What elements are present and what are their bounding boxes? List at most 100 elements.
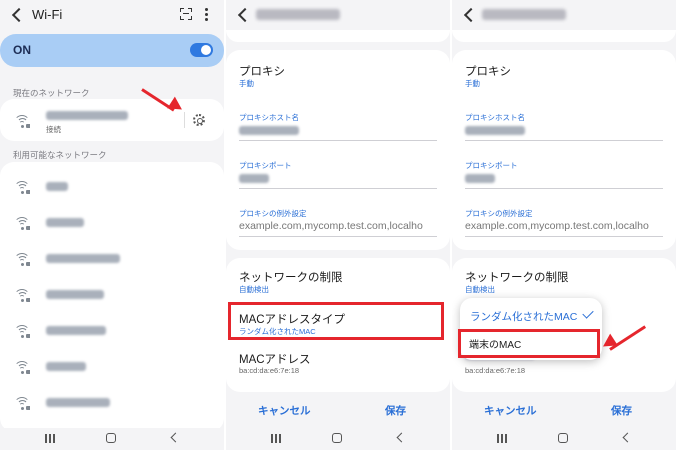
save-button[interactable]: 保存 (611, 403, 632, 418)
back-icon[interactable] (463, 7, 477, 23)
network-restriction-value: 自動検出 (465, 285, 495, 294)
system-nav-bar (0, 428, 224, 450)
cancel-button[interactable]: キャンセル (484, 403, 537, 418)
nav-back-icon[interactable] (170, 432, 181, 443)
proxy-host-label: プロキシホスト名 (239, 113, 299, 122)
network-restriction-label[interactable]: ネットワークの制限 (239, 269, 343, 285)
network-detail-screen: プロキシ 手動 プロキシホスト名 プロキシポート プロキシの例外設定 examp… (226, 0, 450, 450)
wifi-toggle-label: ON (13, 43, 31, 57)
wifi-list-screen: Wi-Fi ON 現在のネットワーク 接続 利用可能なネットワーク (0, 0, 224, 450)
back-icon[interactable] (11, 7, 25, 23)
wifi-icon (14, 217, 30, 230)
check-icon (582, 307, 594, 319)
mac-address-value: ba:cd:da:e6:7e:18 (239, 366, 300, 375)
recent-apps-icon[interactable] (497, 434, 507, 443)
network-ssid (46, 182, 68, 191)
current-network-ssid (46, 111, 128, 120)
proxy-card: プロキシ 手動 プロキシホスト名 プロキシポート プロキシの例外設定 examp… (452, 50, 676, 250)
proxy-exclusion-label: プロキシの例外設定 (239, 209, 307, 218)
highlight-box (458, 329, 600, 358)
proxy-host-value[interactable] (465, 126, 525, 135)
current-network-status: 接続 (46, 125, 61, 134)
network-ssid (46, 326, 106, 335)
wifi-toggle-bar[interactable]: ON (0, 34, 224, 67)
cancel-button[interactable]: キャンセル (258, 403, 311, 418)
wifi-icon (14, 181, 30, 194)
mac-address-value: ba:cd:da:e6:7e:18 (465, 366, 526, 375)
page-title: Wi-Fi (32, 7, 63, 22)
back-icon[interactable] (237, 7, 251, 23)
network-ssid (46, 290, 104, 299)
wifi-icon (14, 325, 30, 338)
proxy-port-value[interactable] (239, 174, 269, 183)
list-item[interactable] (0, 278, 224, 310)
proxy-label[interactable]: プロキシ (465, 63, 511, 79)
proxy-port-underline (465, 188, 663, 189)
highlight-box (228, 302, 444, 340)
recent-apps-icon[interactable] (45, 434, 55, 443)
home-icon[interactable] (332, 433, 342, 443)
proxy-host-underline (239, 140, 437, 141)
proxy-port-value[interactable] (465, 174, 495, 183)
list-item[interactable] (0, 170, 224, 202)
card-top-stub (226, 30, 450, 42)
proxy-host-label: プロキシホスト名 (465, 113, 525, 122)
proxy-port-label: プロキシポート (465, 161, 518, 170)
proxy-exclusion-underline (239, 236, 437, 237)
recent-apps-icon[interactable] (271, 434, 281, 443)
proxy-port-label: プロキシポート (239, 161, 292, 170)
proxy-card: プロキシ 手動 プロキシホスト名 プロキシポート プロキシの例外設定 examp… (226, 50, 450, 250)
network-restriction-value: 自動検出 (239, 285, 269, 294)
list-item[interactable] (0, 314, 224, 346)
network-ssid (46, 218, 84, 227)
proxy-host-value[interactable] (239, 126, 299, 135)
divider (184, 112, 185, 128)
available-networks-list (0, 162, 224, 432)
wifi-icon (14, 115, 30, 128)
proxy-exclusion-label: プロキシの例外設定 (465, 209, 533, 218)
wifi-icon (14, 397, 30, 410)
network-restriction-label[interactable]: ネットワークの制限 (465, 269, 569, 285)
proxy-value: 手動 (465, 79, 480, 88)
gear-icon[interactable] (193, 114, 205, 126)
card-top-stub (452, 30, 676, 42)
nav-back-icon[interactable] (622, 432, 633, 443)
home-icon[interactable] (106, 433, 116, 443)
network-name-title (256, 9, 340, 20)
current-network-heading: 現在のネットワーク (13, 88, 90, 98)
proxy-exclusion-input[interactable]: example.com,mycomp.test.com,localho (239, 220, 437, 232)
list-item[interactable] (0, 386, 224, 418)
wifi-icon (14, 253, 30, 266)
proxy-host-underline (465, 140, 663, 141)
proxy-value: 手動 (239, 79, 254, 88)
top-bar (452, 0, 676, 30)
system-nav-bar (452, 428, 676, 450)
network-name-title (482, 9, 566, 20)
mac-address-label: MACアドレス (239, 354, 311, 366)
nav-back-icon[interactable] (396, 432, 407, 443)
current-network-card[interactable]: 接続 (0, 99, 224, 141)
available-networks-heading: 利用可能なネットワーク (13, 150, 107, 160)
dropdown-option-random-mac[interactable]: ランダム化されたMAC (470, 309, 577, 324)
network-ssid (46, 362, 86, 371)
proxy-label[interactable]: プロキシ (239, 63, 285, 79)
network-ssid (46, 398, 110, 407)
top-bar: Wi-Fi (0, 0, 224, 30)
system-nav-bar (226, 428, 450, 450)
proxy-exclusion-input[interactable]: example.com,mycomp.test.com,localho (465, 220, 663, 232)
more-options-icon[interactable] (205, 8, 209, 22)
proxy-port-underline (239, 188, 437, 189)
wifi-switch[interactable] (190, 43, 213, 57)
top-bar (226, 0, 450, 30)
list-item[interactable] (0, 350, 224, 382)
wifi-icon (14, 289, 30, 302)
list-item[interactable] (0, 242, 224, 274)
list-item[interactable] (0, 206, 224, 238)
save-button[interactable]: 保存 (385, 403, 406, 418)
mac-type-dropdown-screen: プロキシ 手動 プロキシホスト名 プロキシポート プロキシの例外設定 examp… (452, 0, 676, 450)
network-ssid (46, 254, 120, 263)
home-icon[interactable] (558, 433, 568, 443)
wifi-icon (14, 361, 30, 374)
proxy-exclusion-underline (465, 236, 663, 237)
qr-scan-icon[interactable] (180, 8, 192, 20)
